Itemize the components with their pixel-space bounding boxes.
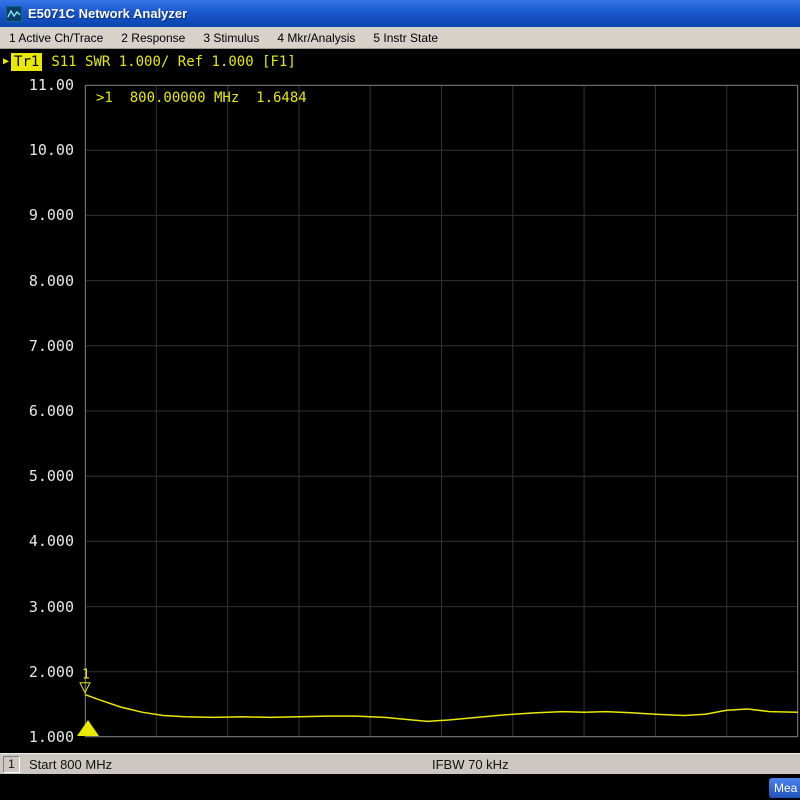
y-axis-tick-label: 10.00 <box>29 142 74 158</box>
start-frequency-label: Start 800 MHz <box>29 757 112 772</box>
y-axis-tick-label: 4.000 <box>29 533 74 549</box>
active-trace-arrow-icon: ▶ <box>3 53 9 71</box>
taskbar: Mea <box>0 774 800 800</box>
grid-lines <box>85 85 798 737</box>
title-bar[interactable]: E5071C Network Analyzer <box>0 0 800 27</box>
menu-bar: 1 Active Ch/Trace 2 Response 3 Stimulus … <box>0 27 800 49</box>
trace-status-bar: ▶ Tr1 S11 SWR 1.000/ Ref 1.000 [F1] <box>3 53 296 71</box>
y-axis-tick-label: 1.000 <box>29 729 74 745</box>
swr-graticule: 1 <box>85 85 798 737</box>
y-axis-tick-label: 6.000 <box>29 403 74 419</box>
menu-active-ch-trace[interactable]: 1 Active Ch/Trace <box>0 27 112 48</box>
analyzer-window: E5071C Network Analyzer 1 Active Ch/Trac… <box>0 0 800 800</box>
instrument-screen: ▶ Tr1 S11 SWR 1.000/ Ref 1.000 [F1] 11.0… <box>0 49 800 753</box>
window-title: E5071C Network Analyzer <box>28 6 187 21</box>
app-icon <box>6 6 22 22</box>
y-axis-tick-label: 5.000 <box>29 468 74 484</box>
y-axis-tick-label: 2.000 <box>29 664 74 680</box>
menu-mkr-analysis[interactable]: 4 Mkr/Analysis <box>268 27 364 48</box>
menu-response[interactable]: 2 Response <box>112 27 194 48</box>
y-axis-tick-label: 11.00 <box>29 77 74 93</box>
y-axis-scale: 11.0010.009.0008.0007.0006.0005.0004.000… <box>0 85 80 737</box>
y-axis-tick-label: 3.000 <box>29 599 74 615</box>
trace1-label[interactable]: Tr1 <box>11 53 42 71</box>
reference-level-indicator <box>77 720 99 736</box>
ifbw-label: IFBW 70 kHz <box>432 757 509 772</box>
menu-stimulus[interactable]: 3 Stimulus <box>194 27 268 48</box>
y-axis-tick-label: 8.000 <box>29 273 74 289</box>
marker-1-number: 1 <box>82 668 90 683</box>
y-axis-tick-label: 7.000 <box>29 338 74 354</box>
marker1-readout: >1 800.00000 MHz 1.6484 <box>96 90 307 106</box>
menu-instr-state[interactable]: 5 Instr State <box>364 27 447 48</box>
trace1-parameters: S11 SWR 1.000/ Ref 1.000 [F1] <box>51 53 295 71</box>
status-bar: 1 Start 800 MHz IFBW 70 kHz <box>0 753 800 774</box>
y-axis-tick-label: 9.000 <box>29 207 74 223</box>
channel-number-box: 1 <box>3 756 20 773</box>
measurement-taskbar-button[interactable]: Mea <box>769 778 800 798</box>
